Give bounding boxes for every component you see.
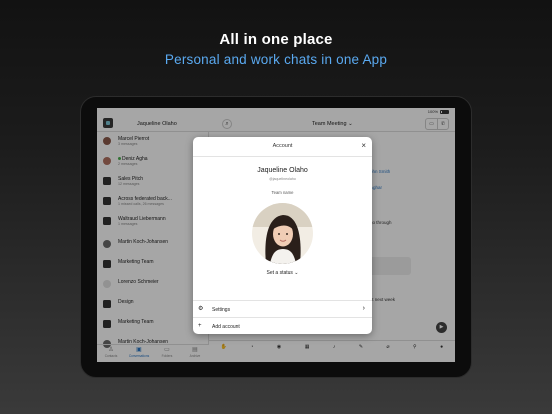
call-actions: ▭ ✆ <box>425 118 449 130</box>
conversation-title: Design <box>118 299 134 305</box>
conversation-subtitle: 2 messages <box>118 162 138 166</box>
search-icon[interactable]: ⌕ <box>222 119 232 129</box>
conversation-title: Marketing Team <box>118 319 154 325</box>
hero-title: All in one place <box>219 31 333 48</box>
set-status-label: Set a status <box>266 270 293 276</box>
team-name-label: Team name <box>271 190 294 195</box>
battery-percent: 100% <box>427 109 438 114</box>
chat-mention[interactable]: ohn Smith <box>370 169 390 174</box>
conversation-subtitle: 1 missed calls, 26 messages <box>118 202 164 206</box>
conversation-subtitle: 1 messages <box>118 222 138 226</box>
avatar <box>103 217 111 225</box>
contacts-icon: ♙ <box>108 347 114 353</box>
profile-photo[interactable] <box>252 203 313 264</box>
chat-message-text: xt next week <box>370 297 396 302</box>
channel-name: Team Meeting <box>312 121 347 127</box>
folders-icon: ▭ <box>164 347 170 353</box>
conversation-subtitle: 12 messages <box>118 182 140 186</box>
location-icon[interactable]: ⚲ <box>413 344 417 350</box>
avatar <box>103 197 111 205</box>
tab-label: Contacts <box>104 354 118 358</box>
tab-folders[interactable]: ▭ Folders <box>155 347 180 358</box>
status-bar: 100% <box>97 108 455 115</box>
tab-label: Folders <box>161 354 173 358</box>
close-icon[interactable]: × <box>361 141 366 150</box>
conversation-title: Lorenzo Schmeier <box>118 279 159 285</box>
conversation-title: Marketing Team <box>118 259 154 265</box>
avatar <box>103 157 111 165</box>
avatar <box>103 280 111 288</box>
archive-icon: ▤ <box>192 347 198 353</box>
set-status-button[interactable]: Set a status ⌄ <box>193 270 372 276</box>
account-avatar[interactable] <box>103 118 113 128</box>
phone-icon[interactable]: ✆ <box>437 119 448 129</box>
top-bar: Jaqueline Olaho ⌕ Team Meeting ⌄ ▭ ✆ <box>97 116 455 132</box>
chevron-down-icon: ⌄ <box>348 121 353 127</box>
more-icon[interactable]: ● <box>440 344 443 350</box>
avatar <box>103 260 111 268</box>
ping-icon[interactable]: ✋ <box>221 344 227 350</box>
avatar <box>103 240 111 248</box>
composer-toolbar: ✋ ◔ ◉ ▦ ♪ ✎ ⌀ ⚲ ● <box>209 340 455 352</box>
avatar <box>103 320 111 328</box>
message-bubble <box>369 257 411 275</box>
settings-label: Settings <box>212 307 231 313</box>
tab-archive[interactable]: ▤ Archive <box>183 347 208 358</box>
channel-title[interactable]: Team Meeting ⌄ <box>312 121 353 127</box>
chat-message-text: go through <box>370 220 392 225</box>
profile-handle: @jaquelineolaho <box>269 177 296 181</box>
chevron-down-icon: ⌄ <box>294 270 299 276</box>
send-icon[interactable]: ▶ <box>436 322 447 333</box>
battery-icon <box>440 109 449 114</box>
profile-name: Jaqueline Olaho <box>257 167 308 174</box>
tab-label: Archive <box>189 354 201 358</box>
bottom-tab-bar: ♙ Contacts ▣ Conversations ▭ Folders ▤ Archi… <box>97 344 209 362</box>
gif-icon[interactable]: ▦ <box>305 344 310 350</box>
tab-conversations[interactable]: ▣ Conversations <box>127 347 152 358</box>
tab-contacts[interactable]: ♙ Contacts <box>99 347 124 358</box>
camera-icon[interactable]: ◉ <box>277 344 281 350</box>
attach-icon[interactable]: ⌀ <box>387 344 390 350</box>
tab-label: Conversations <box>128 354 150 358</box>
conversation-title: Martin Koch-Johansen <box>118 239 169 245</box>
video-icon[interactable]: ▭ <box>426 119 437 129</box>
avatar <box>103 137 111 145</box>
account-modal: Account × Jaqueline Olaho @jaquelineolah… <box>193 137 372 334</box>
conversation-subtitle: 3 messages <box>118 142 138 146</box>
current-user-name: Jaqueline Olaho <box>137 121 177 127</box>
plus-icon: + <box>198 323 202 329</box>
mic-icon[interactable]: ♪ <box>333 344 336 350</box>
sketch-icon[interactable]: ✎ <box>359 344 363 350</box>
conversations-icon: ▣ <box>136 347 142 353</box>
battery-indicator: 100% <box>428 109 449 114</box>
gear-icon: ⚙ <box>198 306 204 312</box>
add-account-label: Add account <box>212 324 240 330</box>
hero-subtitle: Personal and work chats in one App <box>164 52 388 67</box>
modal-title: Account <box>272 143 293 149</box>
chevron-right-icon: › <box>362 305 365 312</box>
online-status-icon <box>118 157 121 160</box>
settings-row[interactable]: ⚙ Settings › <box>193 300 372 317</box>
modal-header: Account × <box>193 137 372 157</box>
avatar <box>103 177 111 185</box>
add-account-row[interactable]: + Add account <box>193 317 372 334</box>
avatar <box>103 300 111 308</box>
timer-icon[interactable]: ◔ <box>250 344 253 350</box>
